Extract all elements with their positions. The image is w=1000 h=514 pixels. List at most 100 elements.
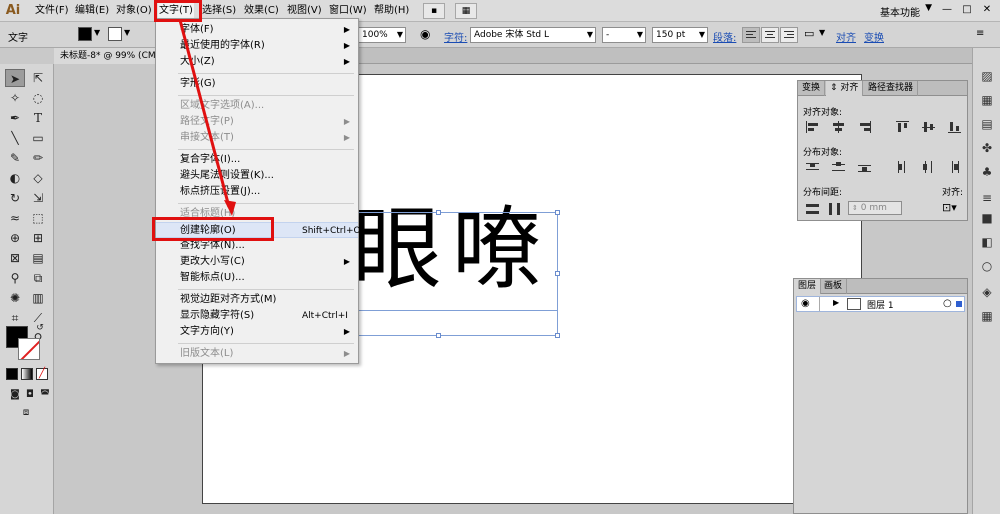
chevron-down-icon[interactable]: ▼ — [124, 28, 130, 37]
mesh-tool-icon[interactable]: ⊠ — [5, 249, 25, 267]
align-to-selection-icon[interactable]: ⊡▾ — [942, 201, 957, 214]
distribute-left-icon[interactable] — [896, 161, 910, 173]
character-panel-link[interactable]: 字符: — [444, 29, 467, 44]
menu-item-recent-fonts[interactable]: 最近使用的字体(R) ▶ — [156, 38, 358, 54]
chevron-down-icon[interactable]: ▼ — [637, 28, 643, 42]
tab-layers[interactable]: 图层 — [794, 279, 822, 294]
screen-mode-icon[interactable]: ⧈ — [16, 404, 36, 422]
arrange-documents-button[interactable]: ▦ — [455, 3, 477, 19]
menu-item-change-case[interactable]: 更改大小写(C) ▶ — [156, 254, 358, 270]
menu-item-smart-punctuation[interactable]: 智能标点(U)... — [156, 270, 358, 286]
selection-tool-icon[interactable]: ➤ — [5, 69, 25, 87]
menu-item-size[interactable]: 大小(Z) ▶ — [156, 54, 358, 70]
distribute-horizontal-center-icon[interactable] — [922, 161, 936, 173]
spacing-field[interactable]: ⇕ 0 mm — [848, 201, 902, 215]
envelope-icon[interactable]: ▭ — [804, 27, 814, 40]
stroke-swatch[interactable] — [108, 27, 122, 41]
tab-artboards[interactable]: 画板 — [820, 279, 848, 294]
tab-pathfinder[interactable]: 路径查找器 — [864, 81, 919, 96]
menu-window[interactable]: 窗口(W) — [328, 3, 368, 19]
color-panel-icon[interactable]: ▨ — [979, 68, 995, 84]
align-top-edge-icon[interactable] — [896, 121, 910, 133]
spinner-icon[interactable]: ⇕ — [852, 204, 858, 212]
distribute-bottom-icon[interactable] — [858, 161, 872, 173]
menu-file[interactable]: 文件(F) — [34, 3, 70, 19]
maximize-icon[interactable]: □ — [958, 2, 976, 17]
align-left-button[interactable] — [742, 27, 760, 43]
menu-item-threaded-text[interactable]: 串接文本(T) ▶ — [156, 130, 358, 146]
panel-menu-icon[interactable]: ≡ — [976, 28, 984, 39]
transparency-panel-icon[interactable]: ◧ — [979, 234, 995, 250]
align-right-button[interactable] — [780, 27, 798, 43]
gradient-tool-icon[interactable]: ▤ — [28, 249, 48, 267]
distribute-horizontal-space-icon[interactable] — [828, 203, 842, 215]
direct-selection-tool-icon[interactable]: ⇱ — [28, 69, 48, 87]
resize-handle[interactable] — [555, 210, 560, 215]
bridge-button[interactable]: ▪ — [423, 3, 445, 19]
stroke-panel-icon[interactable]: ≡ — [979, 190, 995, 206]
swap-colors-icon[interactable]: ↺ — [34, 322, 46, 334]
menu-edit[interactable]: 编辑(E) — [74, 3, 110, 19]
eyedropper-tool-icon[interactable]: ⚲ — [5, 269, 25, 287]
document-tab[interactable]: 未标题-8* @ 99% (CM — [54, 48, 163, 64]
menu-item-area-type-options[interactable]: 区域文字选项(A)... — [156, 98, 358, 114]
chevron-down-icon[interactable]: ▼ — [94, 28, 100, 37]
menu-item-show-hidden-characters[interactable]: 显示隐藏字符(S) Alt+Ctrl+I — [156, 308, 358, 324]
distribute-vertical-center-icon[interactable] — [832, 161, 846, 173]
rectangle-tool-icon[interactable]: ▭ — [28, 129, 48, 147]
close-icon[interactable]: ✕ — [978, 2, 996, 17]
color-guide-icon[interactable]: ▦ — [979, 92, 995, 108]
align-vertical-center-icon[interactable] — [922, 121, 936, 133]
opacity-field[interactable]: 100% ▼ — [358, 27, 406, 43]
swatches-panel-icon[interactable]: ▤ — [979, 116, 995, 132]
eraser-tool-icon[interactable]: ◇ — [28, 169, 48, 187]
appearance-panel-icon[interactable]: ○ — [979, 258, 995, 274]
transform-panel-link[interactable]: 变换 — [864, 29, 884, 44]
distribute-right-icon[interactable] — [948, 161, 962, 173]
line-tool-icon[interactable]: ╲ — [5, 129, 25, 147]
menu-item-kinsoku-settings[interactable]: 避头尾法则设置(K)... — [156, 168, 358, 184]
chevron-down-icon[interactable]: ▼ — [925, 3, 932, 13]
paintbrush-tool-icon[interactable]: ✎ — [5, 149, 25, 167]
align-center-button[interactable] — [761, 27, 779, 43]
pencil-tool-icon[interactable]: ✏ — [28, 149, 48, 167]
graphic-styles-panel-icon[interactable]: ◈ — [979, 284, 995, 300]
align-horizontal-center-icon[interactable] — [832, 121, 846, 133]
align-right-edge-icon[interactable] — [858, 121, 872, 133]
chevron-down-icon[interactable]: ▼ — [819, 28, 825, 37]
expand-arrow-icon[interactable]: ▶ — [833, 298, 839, 307]
rotate-tool-icon[interactable]: ↻ — [5, 189, 25, 207]
chevron-down-icon[interactable]: ▼ — [699, 28, 705, 42]
layers-panel-icon[interactable]: ▦ — [979, 308, 995, 324]
font-style-field[interactable]: - ▼ — [602, 27, 646, 43]
paragraph-panel-link[interactable]: 段落: — [713, 29, 736, 44]
distribute-vertical-space-icon[interactable] — [806, 203, 820, 215]
align-panel-link[interactable]: 对齐 — [836, 29, 856, 44]
color-mode-icon[interactable] — [6, 368, 18, 380]
resize-handle[interactable] — [436, 333, 441, 338]
layer-row[interactable]: ◉ ▶ 图层 1 ○ — [796, 296, 965, 312]
menu-item-mojikumi-settings[interactable]: 标点挤压设置(J)... — [156, 184, 358, 200]
menu-view[interactable]: 视图(V) — [286, 3, 323, 19]
selection-indicator[interactable] — [956, 301, 962, 307]
resize-handle[interactable] — [555, 333, 560, 338]
menu-item-optical-margin-alignment[interactable]: 视觉边距对齐方式(M) — [156, 292, 358, 308]
warp-tool-icon[interactable]: ≈ — [5, 209, 25, 227]
workspace-switcher[interactable]: 基本功能 — [880, 4, 920, 19]
gradient-mode-icon[interactable] — [21, 368, 33, 380]
none-mode-icon[interactable]: ╱ — [36, 368, 48, 380]
pen-tool-icon[interactable]: ✒ — [5, 109, 25, 127]
lasso-tool-icon[interactable]: ◌ — [28, 89, 48, 107]
menu-item-composite-fonts[interactable]: 复合字体(I)... — [156, 152, 358, 168]
recolor-icon[interactable]: ◉ — [420, 27, 430, 41]
font-size-field[interactable]: 150 pt ▼ — [652, 27, 708, 43]
layer-name[interactable]: 图层 1 — [867, 298, 894, 311]
column-graph-tool-icon[interactable]: ▥ — [28, 289, 48, 307]
stroke-color-box[interactable] — [18, 338, 40, 360]
visibility-eye-icon[interactable]: ◉ — [801, 298, 810, 309]
draw-inside-icon[interactable]: ◚ — [35, 386, 55, 404]
menu-item-type-on-path[interactable]: 路径文字(P) ▶ — [156, 114, 358, 130]
menu-item-legacy-text[interactable]: 旧版文本(L) ▶ — [156, 346, 358, 362]
tab-align[interactable]: ⇕ 对齐 — [826, 81, 864, 96]
symbols-panel-icon[interactable]: ♣ — [979, 164, 995, 180]
